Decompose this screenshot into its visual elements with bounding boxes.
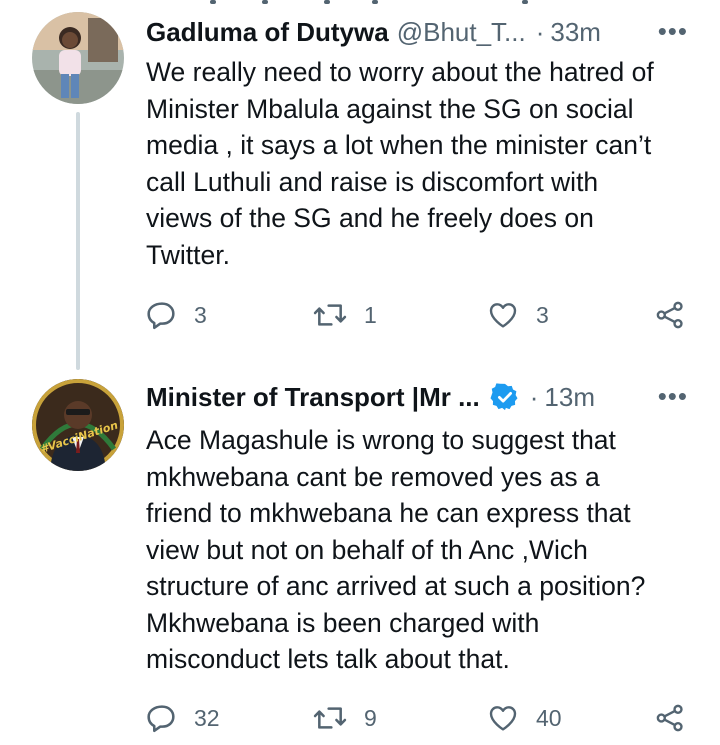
like-button[interactable]: 40 — [486, 698, 562, 738]
share-icon — [654, 702, 686, 734]
display-name[interactable]: Gadluma of Dutywa — [146, 17, 389, 48]
tweet-text-line: mkhwebana cant be removed yes as a — [146, 461, 600, 492]
reply-count: 3 — [194, 301, 207, 328]
reply-icon — [146, 702, 178, 734]
avatar[interactable]: #VacciNation — [32, 379, 124, 471]
like-icon — [486, 702, 520, 734]
tweet-text-line: call Luthuli and raise is discomfort wit… — [146, 166, 599, 197]
reply-count: 32 — [194, 704, 220, 731]
avatar[interactable] — [32, 12, 124, 104]
timestamp[interactable]: 13m — [544, 382, 595, 413]
share-icon — [654, 299, 686, 331]
tweet-text-line: Minister Mbalula against the SG on socia… — [146, 93, 634, 124]
timestamp[interactable]: 33m — [550, 17, 601, 48]
user-handle[interactable]: @Bhut_T... — [397, 17, 526, 48]
tweet-text-line: We really need to worry about the hatred… — [146, 57, 654, 87]
retweet-count: 1 — [364, 301, 377, 328]
display-name[interactable]: Minister of Transport |Mr ... — [146, 382, 480, 413]
tweet[interactable]: #VacciNation Minister of Transport |Mr .… — [0, 368, 720, 745]
tweet-text-line: views of the SG and he freely does on — [146, 203, 594, 233]
retweet-button[interactable]: 1 — [312, 295, 377, 335]
like-count: 40 — [536, 704, 562, 731]
like-count: 3 — [536, 301, 549, 328]
tweet-actions: 3 1 3 — [146, 295, 706, 335]
tweet-text-line: Ace Magashule is wrong to suggest that — [146, 425, 616, 455]
tweet-text-line: friend to mkhwebana he can express that — [146, 498, 631, 528]
tweet-header: Minister of Transport |Mr ... · 13m ••• — [146, 379, 694, 415]
reply-button[interactable]: 32 — [146, 698, 220, 738]
tweet-actions: 32 9 40 — [146, 698, 706, 738]
reply-icon — [146, 299, 178, 331]
share-button[interactable] — [654, 295, 686, 335]
verified-badge-icon — [490, 382, 520, 412]
tweet-text-line: media , it says a lot when the minister … — [146, 130, 652, 160]
like-button[interactable]: 3 — [486, 295, 549, 335]
tweet-text: Ace Magashule is wrong to suggest that m… — [146, 422, 706, 678]
reply-button[interactable]: 3 — [146, 295, 207, 335]
like-icon — [486, 299, 520, 331]
more-options-icon[interactable]: ••• — [658, 381, 688, 411]
tweet-text-line: structure of anc arrived at such a posit… — [146, 571, 646, 601]
more-options-icon[interactable]: ••• — [658, 16, 688, 46]
tweet-text-line: Mkhwebana is been charged with — [146, 607, 540, 638]
retweet-button[interactable]: 9 — [312, 698, 377, 738]
tweet-text-line: misconduct lets talk about that. — [146, 644, 510, 674]
tweet[interactable]: Gadluma of Dutywa @Bhut_T... · 33m ••• W… — [0, 0, 720, 360]
tweet-header: Gadluma of Dutywa @Bhut_T... · 33m ••• — [146, 14, 694, 50]
retweet-icon — [312, 299, 348, 331]
tweet-text: We really need to worry about the hatred… — [146, 54, 706, 273]
tweet-text-line: view but not on behalf of th Anc ,Wich — [146, 534, 588, 565]
retweet-icon — [312, 702, 348, 734]
retweet-count: 9 — [364, 704, 377, 731]
separator-dot: · — [535, 16, 545, 47]
tweet-text-line: Twitter. — [146, 239, 230, 270]
share-button[interactable] — [654, 698, 686, 738]
separator-dot: · — [529, 381, 539, 412]
